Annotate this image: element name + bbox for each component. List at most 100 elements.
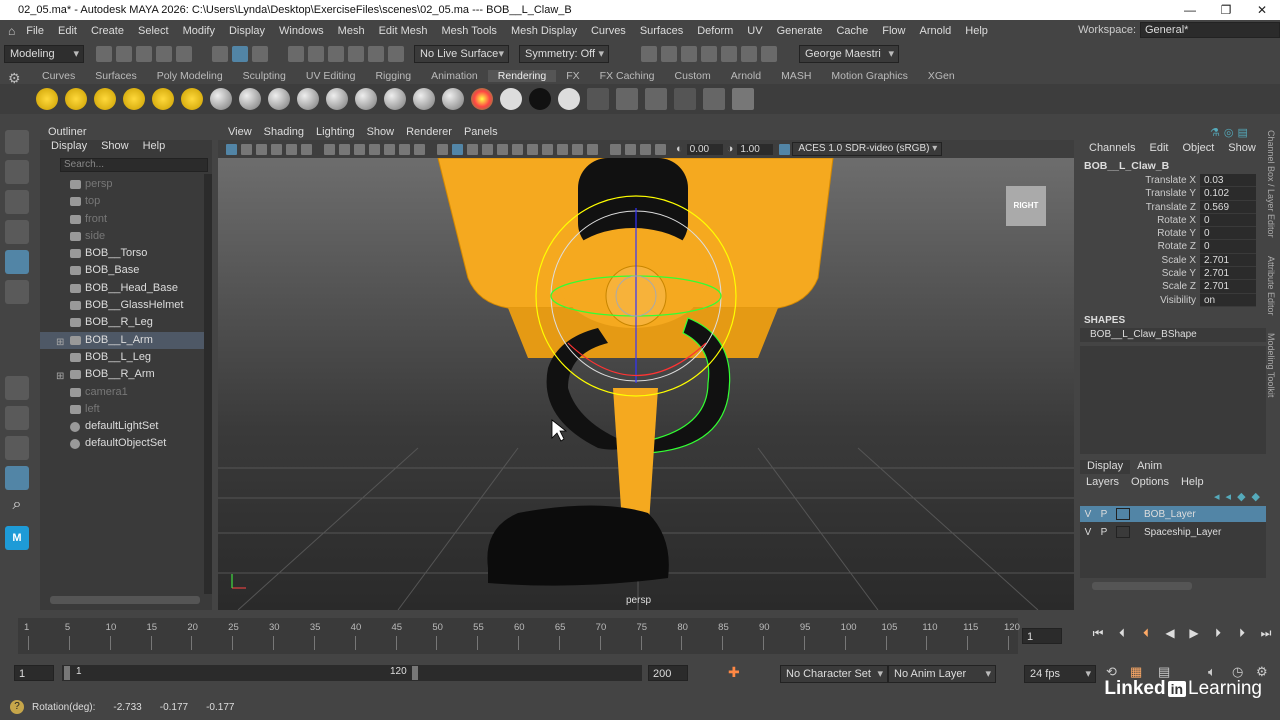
color-management-icon[interactable] xyxy=(779,143,791,155)
menu-edit[interactable]: Edit xyxy=(51,25,84,37)
outliner-menu-display[interactable]: Display xyxy=(44,140,94,156)
hypershade-icon[interactable] xyxy=(721,46,737,62)
outliner-item[interactable]: left xyxy=(40,401,212,418)
new-layer-from-selection-icon[interactable]: ◆ xyxy=(1252,490,1260,504)
isolate-select-icon[interactable] xyxy=(610,143,621,155)
channel-row[interactable]: Rotate X 0 xyxy=(1080,213,1266,228)
menu-modify[interactable]: Modify xyxy=(176,25,222,37)
menu-windows[interactable]: Windows xyxy=(272,25,331,37)
menu-arnold[interactable]: Arnold xyxy=(912,25,958,37)
render-icon[interactable] xyxy=(732,88,754,110)
resolution-gate-icon[interactable] xyxy=(354,143,365,155)
layer-menu-help[interactable]: Help xyxy=(1175,476,1210,490)
shape-node[interactable]: BOB__L_Claw_BShape xyxy=(1080,327,1266,342)
safe-title-icon[interactable] xyxy=(414,143,425,155)
menu-mesh[interactable]: Mesh xyxy=(331,25,372,37)
menu-file[interactable]: File xyxy=(19,25,51,37)
range-handle-start[interactable] xyxy=(64,666,70,680)
outliner-menu-show[interactable]: Show xyxy=(94,140,136,156)
ipr-render-icon[interactable] xyxy=(681,46,697,62)
arnold-render-icon[interactable] xyxy=(741,46,757,62)
menu-curves[interactable]: Curves xyxy=(584,25,633,37)
channel-value[interactable]: 0.03 xyxy=(1200,174,1256,188)
layer-row[interactable]: V P Spaceship_Layer xyxy=(1080,524,1266,540)
material-icon[interactable] xyxy=(355,88,377,110)
channel-menu-show[interactable]: Show xyxy=(1221,142,1263,158)
outliner-item[interactable]: BOB_Base xyxy=(40,262,212,279)
material-icon[interactable] xyxy=(239,88,261,110)
field-chart-icon[interactable] xyxy=(384,143,395,155)
layer-playback-toggle[interactable]: P xyxy=(1096,509,1112,520)
range-slider[interactable]: 1 120 xyxy=(62,665,642,681)
menu-create[interactable]: Create xyxy=(84,25,131,37)
outliner-item[interactable]: defaultObjectSet xyxy=(40,435,212,452)
shelf-tab-curves[interactable]: Curves xyxy=(32,70,85,82)
close-icon[interactable]: ✕ xyxy=(1244,0,1280,20)
exposure-field[interactable]: 0.00 xyxy=(686,143,723,155)
menu-surfaces[interactable]: Surfaces xyxy=(633,25,690,37)
motion-blur-icon[interactable] xyxy=(557,143,568,155)
layer-visibility-toggle[interactable]: V xyxy=(1080,527,1096,538)
shelf-tab-custom[interactable]: Custom xyxy=(665,70,721,82)
snap-point-icon[interactable] xyxy=(328,46,344,62)
redo-icon[interactable] xyxy=(176,46,192,62)
shelf-tab-sculpting[interactable]: Sculpting xyxy=(233,70,296,82)
render-icon[interactable] xyxy=(645,88,667,110)
minimize-icon[interactable]: — xyxy=(1172,0,1208,20)
new-empty-layer-icon[interactable]: ◆ xyxy=(1237,490,1245,504)
rotate-tool-icon[interactable] xyxy=(5,250,29,274)
snap-view-icon[interactable] xyxy=(348,46,364,62)
workspace-dropdown[interactable]: General* xyxy=(1140,22,1280,38)
home-icon[interactable]: ⌂ xyxy=(8,24,15,38)
channel-row[interactable]: Rotate Z 0 xyxy=(1080,240,1266,254)
material-icon[interactable] xyxy=(500,88,522,110)
scale-tool-icon[interactable] xyxy=(5,280,29,304)
camera-attributes-icon[interactable] xyxy=(241,143,252,155)
snap-grid-icon[interactable] xyxy=(288,46,304,62)
light-icon[interactable] xyxy=(152,88,174,110)
channel-row[interactable]: Scale Z 2.701 xyxy=(1080,280,1266,294)
pause-icon[interactable] xyxy=(761,46,777,62)
layer-tab-anim[interactable]: Anim xyxy=(1130,460,1169,474)
channel-row[interactable]: Visibility on xyxy=(1080,293,1266,307)
channel-menu-channels[interactable]: Channels xyxy=(1082,142,1142,158)
menu-uv[interactable]: UV xyxy=(740,25,769,37)
viewport-3d[interactable]: RIGHT persp xyxy=(218,158,1074,610)
ramp-icon[interactable] xyxy=(471,88,493,110)
ambient-occlusion-icon[interactable] xyxy=(542,143,553,155)
film-gate-icon[interactable] xyxy=(339,143,350,155)
render-icon[interactable] xyxy=(616,88,638,110)
step-forward-key-icon[interactable]: ⏵ xyxy=(1206,626,1230,641)
menu-generate[interactable]: Generate xyxy=(770,25,830,37)
paint-select-icon[interactable] xyxy=(5,190,29,214)
shelf-tab-motion-graphics[interactable]: Motion Graphics xyxy=(821,70,917,82)
menu-edit-mesh[interactable]: Edit Mesh xyxy=(372,25,435,37)
outliner-item[interactable]: BOB__L_Leg xyxy=(40,349,212,366)
use-all-lights-icon[interactable] xyxy=(512,143,523,155)
outliner-item[interactable]: persp xyxy=(40,176,212,193)
select-tool-icon[interactable] xyxy=(5,130,29,154)
default-material-icon[interactable] xyxy=(467,143,478,155)
layer-visibility-toggle[interactable]: V xyxy=(1080,509,1096,520)
light-icon[interactable] xyxy=(123,88,145,110)
end-time-field[interactable]: 200 xyxy=(648,665,688,681)
outliner-item[interactable]: BOB__Torso xyxy=(40,245,212,262)
viewport-menu-panels[interactable]: Panels xyxy=(458,126,504,140)
channel-row[interactable]: Translate Z 0.569 xyxy=(1080,200,1266,214)
menu-mesh-tools[interactable]: Mesh Tools xyxy=(435,25,504,37)
menu-cache[interactable]: Cache xyxy=(829,25,875,37)
channel-value[interactable]: 0.102 xyxy=(1200,187,1256,201)
xray-joints-icon[interactable] xyxy=(640,143,651,155)
shelf-tab-poly-modeling[interactable]: Poly Modeling xyxy=(147,70,233,82)
material-icon[interactable] xyxy=(297,88,319,110)
shadows-icon[interactable] xyxy=(527,143,538,155)
outliner-layout-icon[interactable] xyxy=(5,466,29,490)
channel-value[interactable]: 0.569 xyxy=(1200,200,1256,214)
grid-icon[interactable] xyxy=(324,143,335,155)
shelf-options[interactable]: ⚙ xyxy=(0,68,30,116)
outliner-search-input[interactable]: Search... xyxy=(60,158,208,172)
shelf-tab-mash[interactable]: MASH xyxy=(771,70,821,82)
channel-row[interactable]: Translate X 0.03 xyxy=(1080,174,1266,188)
depth-of-field-icon[interactable] xyxy=(587,143,598,155)
menu-select[interactable]: Select xyxy=(131,25,176,37)
